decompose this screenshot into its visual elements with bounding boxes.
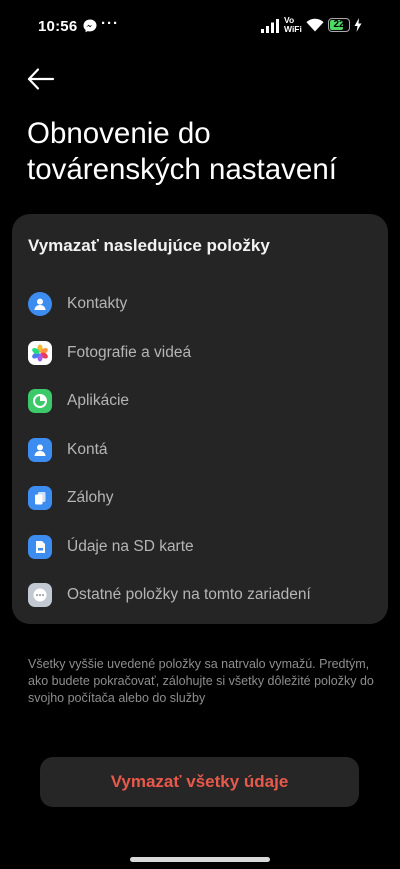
charging-bolt-icon bbox=[354, 18, 362, 32]
list-item-apps: Aplikácie bbox=[28, 377, 372, 426]
sd-card-icon bbox=[28, 534, 52, 559]
status-bar: 10:56 ··· Vo WiFi 22 bbox=[0, 0, 400, 52]
list-item-other: Ostatné položky na tomto zariadení bbox=[28, 571, 372, 620]
wifi-icon bbox=[306, 18, 324, 32]
item-label: Údaje na SD karte bbox=[67, 537, 194, 555]
item-label: Kontakty bbox=[67, 295, 128, 313]
items-list: Kontakty Fotografie a videá Aplikácie Ko… bbox=[28, 280, 372, 620]
arrow-left-icon bbox=[27, 68, 55, 90]
more-notifications-icon: ··· bbox=[101, 15, 119, 32]
item-label: Ostatné položky na tomto zariadení bbox=[67, 586, 311, 604]
signal-icon bbox=[261, 19, 279, 33]
list-item-sd-card: Údaje na SD karte bbox=[28, 523, 372, 572]
list-item-contacts: Kontakty bbox=[28, 280, 372, 329]
page-title: Obnovenie do továrenských nastavení bbox=[27, 117, 337, 186]
item-label: Kontá bbox=[67, 440, 108, 458]
messenger-icon bbox=[83, 19, 97, 33]
item-label: Fotografie a videá bbox=[67, 343, 192, 361]
home-indicator[interactable] bbox=[130, 857, 270, 862]
battery-level: 22 bbox=[333, 19, 345, 30]
apps-icon bbox=[28, 389, 52, 414]
list-item-accounts: Kontá bbox=[28, 426, 372, 475]
card-heading: Vymazať nasledujúce položky bbox=[28, 236, 270, 255]
status-time: 10:56 bbox=[38, 18, 78, 35]
erase-all-data-button[interactable]: Vymazať všetky údaje bbox=[40, 757, 359, 807]
item-label: Zálohy bbox=[67, 489, 114, 507]
list-item-photos: Fotografie a videá bbox=[28, 329, 372, 378]
warning-footnote: Všetky vyššie uvedené položky sa natrval… bbox=[28, 657, 374, 705]
battery-icon: 22 bbox=[328, 18, 350, 32]
accounts-icon bbox=[28, 437, 52, 462]
other-items-icon bbox=[28, 583, 52, 608]
vowifi-indicator: Vo WiFi bbox=[284, 15, 302, 34]
list-item-backups: Zálohy bbox=[28, 474, 372, 523]
item-label: Aplikácie bbox=[67, 392, 130, 410]
backups-icon bbox=[28, 486, 52, 511]
photos-icon bbox=[28, 340, 52, 365]
contacts-icon bbox=[28, 292, 52, 317]
items-card: Vymazať nasledujúce položky Kontakty Fot… bbox=[12, 214, 388, 624]
back-button[interactable] bbox=[26, 64, 56, 94]
